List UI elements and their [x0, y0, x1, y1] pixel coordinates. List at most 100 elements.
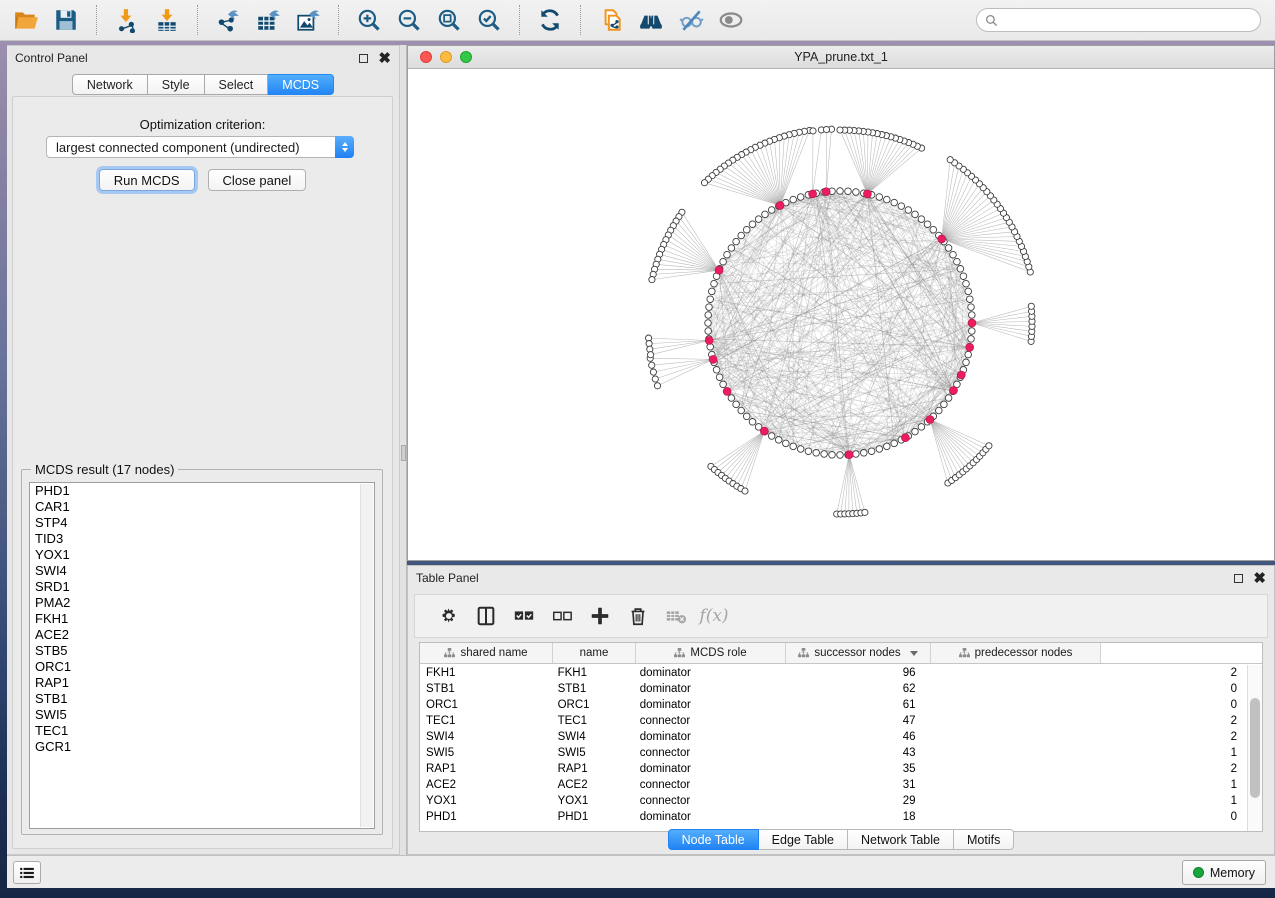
network-node[interactable]: [652, 376, 658, 382]
dominator-node[interactable]: [723, 387, 731, 395]
search-input[interactable]: [976, 8, 1261, 32]
network-node[interactable]: [649, 362, 655, 368]
hide-glasses-icon[interactable]: [671, 3, 711, 37]
network-node[interactable]: [743, 226, 750, 233]
network-node[interactable]: [963, 280, 970, 287]
float-window-icon[interactable]: [1234, 574, 1243, 583]
table-row[interactable]: YOX1YOX1connector291: [420, 793, 1247, 809]
table-row[interactable]: ACE2ACE2connector311: [420, 777, 1247, 793]
table-row[interactable]: PHD1PHD1dominator180: [420, 809, 1247, 825]
network-graph[interactable]: [408, 69, 1274, 560]
table-scrollbar[interactable]: [1247, 665, 1262, 831]
mcds-result-item[interactable]: STB1: [30, 691, 374, 707]
network-node[interactable]: [845, 188, 852, 195]
network-node[interactable]: [790, 443, 797, 450]
dominator-node[interactable]: [957, 371, 965, 379]
export-network-icon[interactable]: [208, 3, 248, 37]
zoom-in-icon[interactable]: [349, 3, 389, 37]
dominator-node[interactable]: [950, 386, 958, 394]
mcds-result-item[interactable]: ACE2: [30, 627, 374, 643]
export-image-icon[interactable]: [288, 3, 328, 37]
network-node[interactable]: [986, 443, 992, 449]
network-node[interactable]: [868, 448, 875, 455]
network-node[interactable]: [876, 194, 883, 201]
tab-network-table[interactable]: Network Table: [848, 829, 954, 850]
dominator-node[interactable]: [863, 190, 871, 198]
dominator-node[interactable]: [776, 201, 784, 209]
network-node[interactable]: [709, 288, 716, 295]
tab-style[interactable]: Style: [148, 74, 205, 95]
select-all-icon[interactable]: [505, 599, 543, 633]
mcds-result-item[interactable]: CAR1: [30, 499, 374, 515]
network-node[interactable]: [965, 288, 972, 295]
vertical-splitter[interactable]: [400, 45, 407, 855]
network-node[interactable]: [968, 336, 975, 343]
tab-motifs[interactable]: Motifs: [954, 829, 1014, 850]
dominator-node[interactable]: [845, 451, 853, 459]
network-node[interactable]: [810, 128, 816, 134]
network-node[interactable]: [650, 369, 656, 375]
export-table-icon[interactable]: [248, 3, 288, 37]
network-node[interactable]: [797, 446, 804, 453]
network-node[interactable]: [813, 450, 820, 457]
mcds-result-item[interactable]: PMA2: [30, 595, 374, 611]
network-node[interactable]: [749, 419, 756, 426]
network-node[interactable]: [742, 488, 748, 494]
network-node[interactable]: [713, 367, 720, 374]
columns-icon[interactable]: [467, 599, 505, 633]
dominator-node[interactable]: [760, 427, 768, 435]
network-node[interactable]: [649, 277, 655, 283]
network-node[interactable]: [936, 407, 943, 414]
network-node[interactable]: [706, 304, 713, 311]
splitter-grip[interactable]: [401, 445, 406, 461]
dominator-node[interactable]: [809, 190, 817, 198]
table-row[interactable]: FKH1FKH1dominator962: [420, 665, 1247, 681]
table-row[interactable]: ORC1ORC1dominator610: [420, 697, 1247, 713]
zoom-selected-icon[interactable]: [469, 3, 509, 37]
network-node[interactable]: [821, 451, 828, 458]
network-node[interactable]: [912, 211, 919, 218]
search-field[interactable]: [1003, 13, 1252, 27]
mcds-result-item[interactable]: STB5: [30, 643, 374, 659]
network-node[interactable]: [853, 451, 860, 458]
mcds-result-item[interactable]: PHD1: [30, 483, 374, 499]
network-node[interactable]: [912, 428, 919, 435]
close-panel-icon[interactable]: ✖: [1253, 574, 1266, 583]
dominator-node[interactable]: [709, 355, 717, 363]
scrollbar-thumb[interactable]: [1250, 698, 1260, 798]
mcds-result-list[interactable]: PHD1CAR1STP4TID3YOX1SWI4SRD1PMA2FKH1ACE2…: [29, 482, 375, 829]
network-node[interactable]: [969, 312, 976, 319]
tab-select[interactable]: Select: [205, 74, 269, 95]
network-node[interactable]: [797, 194, 804, 201]
network-node[interactable]: [768, 207, 775, 214]
network-node[interactable]: [783, 440, 790, 447]
run-mcds-button[interactable]: Run MCDS: [99, 169, 195, 191]
network-node[interactable]: [957, 266, 964, 273]
network-node[interactable]: [724, 251, 731, 258]
network-node[interactable]: [905, 207, 912, 214]
table-row[interactable]: RAP1RAP1dominator352: [420, 761, 1247, 777]
dominator-node[interactable]: [901, 434, 909, 442]
table-row[interactable]: TEC1TEC1connector472: [420, 713, 1247, 729]
network-node[interactable]: [1028, 303, 1034, 309]
mcds-result-item[interactable]: GCR1: [30, 739, 374, 755]
mcds-result-item[interactable]: ORC1: [30, 659, 374, 675]
table-row[interactable]: SWI4SWI4dominator462: [420, 729, 1247, 745]
network-node[interactable]: [705, 328, 712, 335]
network-node[interactable]: [918, 216, 925, 223]
memory-button[interactable]: Memory: [1182, 860, 1266, 885]
network-node[interactable]: [762, 211, 769, 218]
zoom-out-icon[interactable]: [389, 3, 429, 37]
mcds-result-item[interactable]: YOX1: [30, 547, 374, 563]
dominator-node[interactable]: [968, 319, 976, 327]
network-node[interactable]: [898, 203, 905, 210]
network-node[interactable]: [891, 199, 898, 206]
network-node[interactable]: [648, 352, 654, 358]
float-window-icon[interactable]: [359, 54, 368, 63]
network-node[interactable]: [853, 189, 860, 196]
column-header-name[interactable]: name: [553, 643, 636, 663]
network-node[interactable]: [930, 226, 937, 233]
network-node[interactable]: [733, 401, 740, 408]
network-node[interactable]: [738, 407, 745, 414]
column-header-MCDS-role[interactable]: MCDS role: [636, 643, 786, 663]
